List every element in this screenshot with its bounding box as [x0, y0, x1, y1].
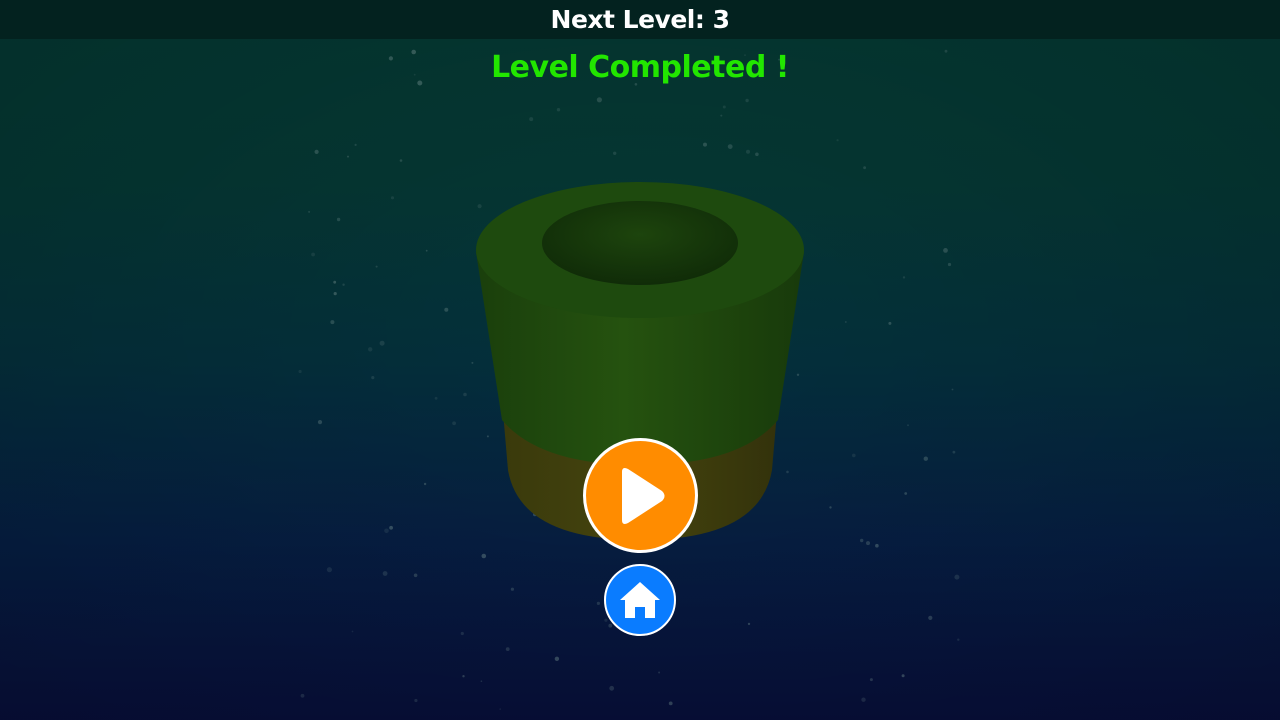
dust-particle	[389, 525, 393, 530]
dust-particle	[371, 376, 375, 380]
dust-particle	[499, 708, 502, 710]
dust-particle	[875, 543, 879, 548]
dust-particle	[952, 450, 956, 454]
dust-particle	[379, 340, 385, 346]
dust-particle	[863, 166, 866, 170]
dust-particle	[336, 217, 341, 222]
dust-particle	[471, 361, 474, 364]
home-icon	[620, 582, 660, 618]
dust-particle	[596, 97, 603, 103]
dust-particle	[902, 276, 906, 279]
dust-particle	[399, 159, 403, 162]
dust-particle	[609, 685, 615, 691]
dust-particle	[414, 698, 418, 703]
dust-particle	[413, 573, 418, 578]
dust-particle	[596, 601, 601, 606]
dust-particle	[333, 292, 337, 296]
dust-particle	[384, 528, 389, 534]
cylinder-hole	[542, 201, 738, 285]
dust-particle	[745, 98, 749, 103]
play-icon	[621, 467, 664, 524]
dust-particle	[923, 456, 928, 461]
dust-particle	[298, 369, 302, 374]
dust-particle	[943, 248, 948, 253]
dust-particle	[947, 262, 952, 267]
dust-particle	[333, 280, 337, 284]
dust-particle	[869, 678, 873, 682]
dust-particle	[314, 149, 319, 154]
dust-particle	[556, 108, 561, 112]
dust-particle	[311, 252, 315, 257]
dust-particle	[844, 321, 847, 323]
dust-particle	[755, 152, 759, 157]
dust-particle	[957, 638, 960, 641]
dust-particle	[347, 155, 349, 158]
dust-particle	[330, 320, 335, 325]
dust-particle	[747, 622, 751, 626]
dust-particle	[658, 671, 661, 674]
next-level-label: Next Level: 3	[550, 5, 730, 34]
dust-particle	[382, 571, 388, 576]
level-completed-message: Level Completed !	[491, 50, 789, 85]
dust-particle	[786, 470, 789, 474]
dust-particle	[444, 307, 449, 312]
dust-particle	[928, 615, 933, 621]
home-button[interactable]	[604, 564, 676, 636]
dust-particle	[342, 283, 345, 286]
dust-particle	[326, 567, 332, 573]
dust-particle	[368, 347, 373, 352]
dust-particle	[300, 693, 305, 698]
dust-particle	[852, 453, 856, 458]
dust-particle	[904, 492, 908, 495]
dust-particle	[860, 538, 864, 543]
dust-particle	[351, 630, 354, 633]
dust-particle	[317, 420, 323, 425]
dust-particle	[308, 210, 311, 213]
top-bar: Next Level: 3	[0, 0, 1280, 39]
dust-particle	[554, 656, 560, 661]
dust-particle	[907, 424, 909, 427]
dust-particle	[452, 421, 456, 426]
dust-particle	[746, 149, 750, 154]
dust-particle	[390, 196, 395, 200]
dust-particle	[722, 105, 726, 109]
dust-particle	[481, 553, 487, 559]
play-button[interactable]	[583, 438, 698, 553]
dust-particle	[901, 674, 905, 678]
dust-particle	[510, 587, 514, 591]
dust-particle	[480, 680, 483, 682]
dust-particle	[829, 506, 832, 509]
dust-particle	[505, 647, 510, 651]
dust-particle	[486, 435, 489, 438]
dust-particle	[703, 142, 707, 147]
dust-particle	[888, 321, 892, 325]
dust-particle	[529, 117, 534, 122]
dust-particle	[866, 541, 870, 546]
dust-particle	[425, 249, 428, 252]
dust-particle	[613, 151, 617, 155]
dust-particle	[604, 618, 608, 622]
dust-particle	[462, 675, 465, 678]
dust-particle	[434, 396, 438, 400]
dust-particle	[608, 623, 613, 628]
dust-particle	[477, 204, 482, 209]
dust-particle	[951, 388, 954, 391]
dust-particle	[354, 143, 357, 146]
dust-particle	[720, 114, 723, 117]
dust-particle	[460, 631, 464, 636]
dust-particle	[375, 265, 378, 268]
dust-particle	[423, 482, 427, 486]
dust-particle	[727, 144, 733, 150]
dust-particle	[668, 701, 673, 706]
dust-particle	[463, 392, 467, 397]
dust-particle	[796, 373, 800, 376]
dust-particle	[861, 697, 866, 702]
dust-particle	[836, 139, 839, 142]
dust-particle	[954, 574, 960, 580]
